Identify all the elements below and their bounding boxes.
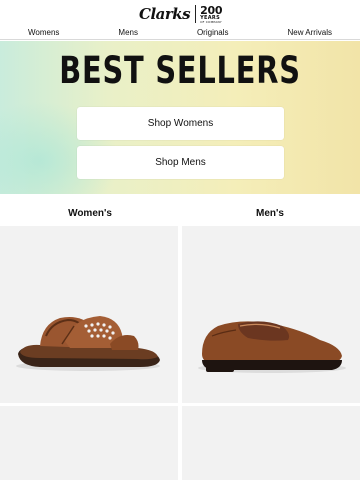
nav-mens[interactable]: Mens [118,28,138,37]
category-womens-label[interactable]: Women's [0,208,180,219]
womens-sandal-image [16,316,160,371]
anniversary-badge: 200 YEARS OF COMPANY [200,5,222,24]
product-tile[interactable] [182,406,360,480]
anniversary-number: 200 [200,3,223,17]
nav-new-arrivals[interactable]: New Arrivals [288,28,332,37]
category-headings: Women's Men's [0,194,360,226]
category-mens-label[interactable]: Men's [180,208,360,219]
mens-loafer-image [198,321,346,373]
mens-product-tile[interactable] [182,226,360,403]
clarks-logo[interactable]: Clarks 200 YEARS OF COMPANY [139,4,222,24]
nav-originals[interactable]: Originals [197,28,229,37]
main-nav: Womens Mens Originals New Arrivals [0,26,360,40]
logo-wordmark: Clarks [139,5,191,23]
product-tile[interactable] [0,406,178,480]
shop-mens-button[interactable]: Shop Mens [77,146,284,179]
hero-banner: BEST SELLERS Shop Womens Shop Mens [0,41,360,194]
hero-title: BEST SELLERS [59,49,301,92]
nav-womens[interactable]: Womens [28,28,59,37]
anniversary-sub: OF COMPANY [200,19,222,24]
logo-divider [195,5,197,23]
womens-product-tile[interactable] [0,226,178,403]
header: Clarks 200 YEARS OF COMPANY [0,0,360,26]
shop-womens-button[interactable]: Shop Womens [77,107,284,140]
